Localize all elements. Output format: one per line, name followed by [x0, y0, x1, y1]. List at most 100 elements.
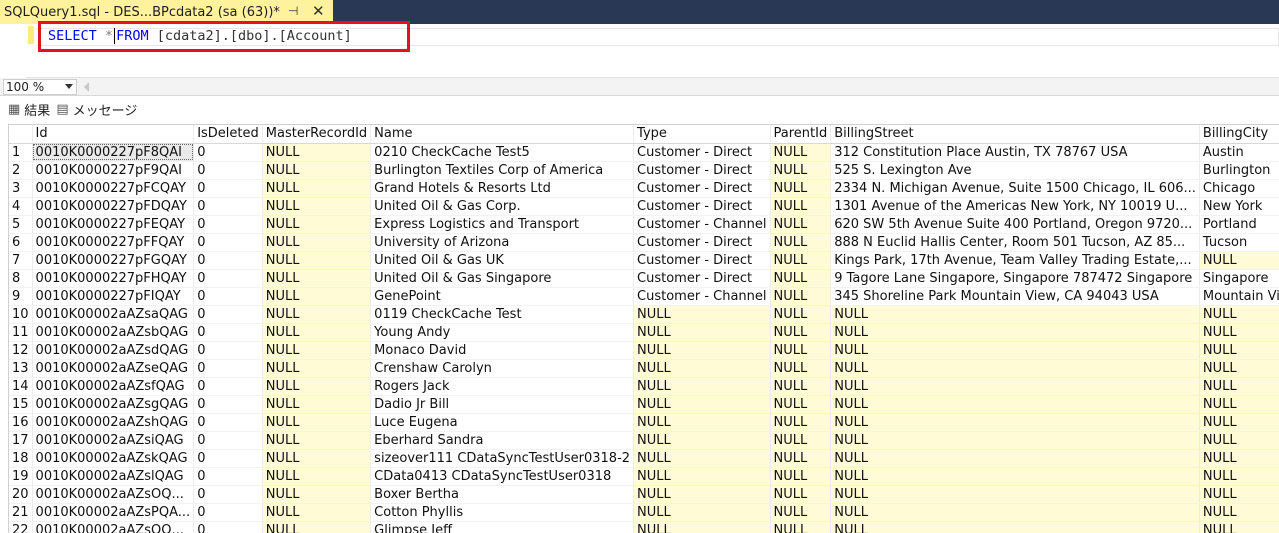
grid-cell[interactable]: 0 [193, 485, 263, 504]
grid-cell[interactable]: NULL [633, 413, 771, 432]
grid-cell[interactable]: 0 [193, 233, 263, 252]
grid-cell[interactable]: Burlington [1199, 161, 1279, 180]
table-row[interactable]: 19 0010K00002aAZslQAG 0 NULL CData0413 CData… [9, 467, 1279, 486]
grid-cell[interactable]: NULL [770, 431, 832, 450]
column-header[interactable]: Id [32, 125, 195, 144]
grid-cell[interactable]: 345 Shoreline Park Mountain View, CA 940… [830, 287, 1200, 306]
grid-cell[interactable]: NULL [633, 323, 771, 342]
grid-cell[interactable]: NULL [770, 485, 832, 504]
grid-cell[interactable]: Chicago [1199, 179, 1279, 198]
grid-cell[interactable]: 0010K00002aAZsPQA... [32, 503, 195, 522]
column-header[interactable]: IsDeleted [193, 125, 263, 144]
table-row[interactable]: 15 0010K00002aAZsgQAG 0 NULL Dadio Jr Bill NU… [9, 395, 1279, 414]
grid-cell[interactable]: 0010K00002aAZsgQAG [32, 395, 195, 414]
grid-cell[interactable]: Customer - Direct [633, 233, 771, 252]
row-number[interactable]: 20 [9, 485, 33, 504]
grid-cell[interactable]: 0 [193, 305, 263, 324]
grid-cell[interactable]: NULL [830, 323, 1200, 342]
grid-cell[interactable]: Eberhard Sandra [370, 431, 635, 450]
grid-cell[interactable]: NULL [830, 467, 1200, 486]
grid-cell[interactable]: 0010K0000227pFCQAY [32, 179, 195, 198]
row-number[interactable]: 19 [9, 467, 33, 486]
row-number[interactable]: 1 [9, 143, 33, 162]
grid-cell[interactable]: 0 [193, 323, 263, 342]
grid-cell[interactable]: 888 N Euclid Hallis Center, Room 501 Tuc… [830, 233, 1200, 252]
grid-cell[interactable]: NULL [262, 341, 372, 360]
results-grid[interactable]: Id IsDeleted MasterRecordId Name Type ParentI… [8, 124, 1279, 533]
grid-cell[interactable]: NULL [262, 233, 372, 252]
table-row[interactable]: 5 0010K0000227pFEQAY 0 NULL Express Logistic… [9, 215, 1279, 234]
table-row[interactable]: 4 0010K0000227pFDQAY 0 NULL United Oil & Gas… [9, 197, 1279, 216]
grid-cell[interactable]: Monaco David [370, 341, 635, 360]
grid-cell[interactable]: Grand Hotels & Resorts Ltd [370, 179, 635, 198]
table-row[interactable]: 9 0010K0000227pFIQAY 0 NULL GenePoint Custome… [9, 287, 1279, 306]
grid-cell[interactable]: NULL [770, 449, 832, 468]
zoom-select[interactable]: 100 % [3, 79, 77, 95]
grid-cell[interactable]: 0 [193, 269, 263, 288]
grid-cell[interactable]: NULL [770, 215, 832, 234]
grid-cell[interactable]: NULL [633, 377, 771, 396]
grid-cell[interactable]: NULL [1199, 449, 1279, 468]
grid-cell[interactable]: NULL [262, 449, 372, 468]
grid-cell[interactable]: Rogers Jack [370, 377, 635, 396]
grid-cell[interactable]: Luce Eugena [370, 413, 635, 432]
grid-cell[interactable]: Glimpse Jeff [370, 521, 635, 533]
pin-icon[interactable]: ⊣ [288, 4, 298, 18]
grid-cell[interactable]: NULL [770, 197, 832, 216]
grid-cell[interactable]: 0010K00002aAZsQQ... [32, 521, 195, 533]
row-number[interactable]: 3 [9, 179, 33, 198]
table-row[interactable]: 6 0010K0000227pFFQAY 0 NULL University of Ar… [9, 233, 1279, 252]
grid-cell[interactable]: United Oil & Gas Corp. [370, 197, 635, 216]
grid-cell[interactable]: Boxer Bertha [370, 485, 635, 504]
grid-cell[interactable]: 0010K00002aAZsfQAG [32, 377, 195, 396]
grid-cell[interactable]: NULL [262, 431, 372, 450]
grid-cell[interactable]: GenePoint [370, 287, 635, 306]
grid-cell[interactable]: NULL [1199, 485, 1279, 504]
grid-cell[interactable]: 0 [193, 341, 263, 360]
grid-cell[interactable]: NULL [830, 377, 1200, 396]
grid-cell[interactable]: 0010K00002aAZskQAG [32, 449, 195, 468]
grid-cell[interactable]: Portland [1199, 215, 1279, 234]
grid-cell[interactable]: 312 Constitution Place Austin, TX 78767 … [830, 143, 1200, 162]
grid-cell[interactable]: NULL [262, 395, 372, 414]
grid-cell[interactable]: 0010K00002aAZslQAG [32, 467, 195, 486]
grid-cell[interactable]: NULL [770, 179, 832, 198]
grid-cell[interactable]: NULL [262, 485, 372, 504]
table-row[interactable]: 10 0010K00002aAZsaQAG 0 NULL 0119 CheckCache… [9, 305, 1279, 324]
grid-cell[interactable]: Customer - Channel [633, 215, 771, 234]
row-number[interactable]: 16 [9, 413, 33, 432]
row-number[interactable]: 15 [9, 395, 33, 414]
table-row[interactable]: 16 0010K00002aAZshQAG 0 NULL Luce Eugena NULL… [9, 413, 1279, 432]
grid-cell[interactable]: United Oil & Gas UK [370, 251, 635, 270]
grid-cell[interactable]: NULL [262, 179, 372, 198]
row-number[interactable]: 14 [9, 377, 33, 396]
grid-cell[interactable]: NULL [830, 503, 1200, 522]
row-number[interactable]: 2 [9, 161, 33, 180]
grid-cell[interactable]: 0 [193, 431, 263, 450]
grid-cell[interactable]: Dadio Jr Bill [370, 395, 635, 414]
grid-cell[interactable]: NULL [830, 449, 1200, 468]
grid-cell[interactable]: NULL [770, 377, 832, 396]
row-number[interactable]: 22 [9, 521, 33, 533]
row-number[interactable]: 9 [9, 287, 33, 306]
grid-cell[interactable]: 0 [193, 395, 263, 414]
table-row[interactable]: 11 0010K00002aAZsbQAG 0 NULL Young Andy NULL N… [9, 323, 1279, 342]
grid-cell[interactable]: NULL [770, 287, 832, 306]
row-number[interactable]: 18 [9, 449, 33, 468]
row-number[interactable]: 8 [9, 269, 33, 288]
grid-cell[interactable]: NULL [770, 341, 832, 360]
grid-cell[interactable]: 0 [193, 143, 263, 162]
grid-cell[interactable]: Customer - Direct [633, 251, 771, 270]
grid-cell[interactable]: NULL [1199, 431, 1279, 450]
table-row[interactable]: 12 0010K00002aAZsdQAG 0 NULL Monaco David NUL… [9, 341, 1279, 360]
grid-cell[interactable]: NULL [262, 287, 372, 306]
grid-cell[interactable]: NULL [770, 143, 832, 162]
grid-cell[interactable]: 0 [193, 287, 263, 306]
grid-cell[interactable]: NULL [262, 143, 372, 162]
grid-cell[interactable]: NULL [1199, 413, 1279, 432]
grid-cell[interactable]: NULL [1199, 341, 1279, 360]
column-header[interactable]: BillingStreet [830, 125, 1200, 144]
grid-cell[interactable]: NULL [830, 359, 1200, 378]
column-header[interactable]: BillingCity [1199, 125, 1279, 144]
grid-cell[interactable]: NULL [770, 359, 832, 378]
